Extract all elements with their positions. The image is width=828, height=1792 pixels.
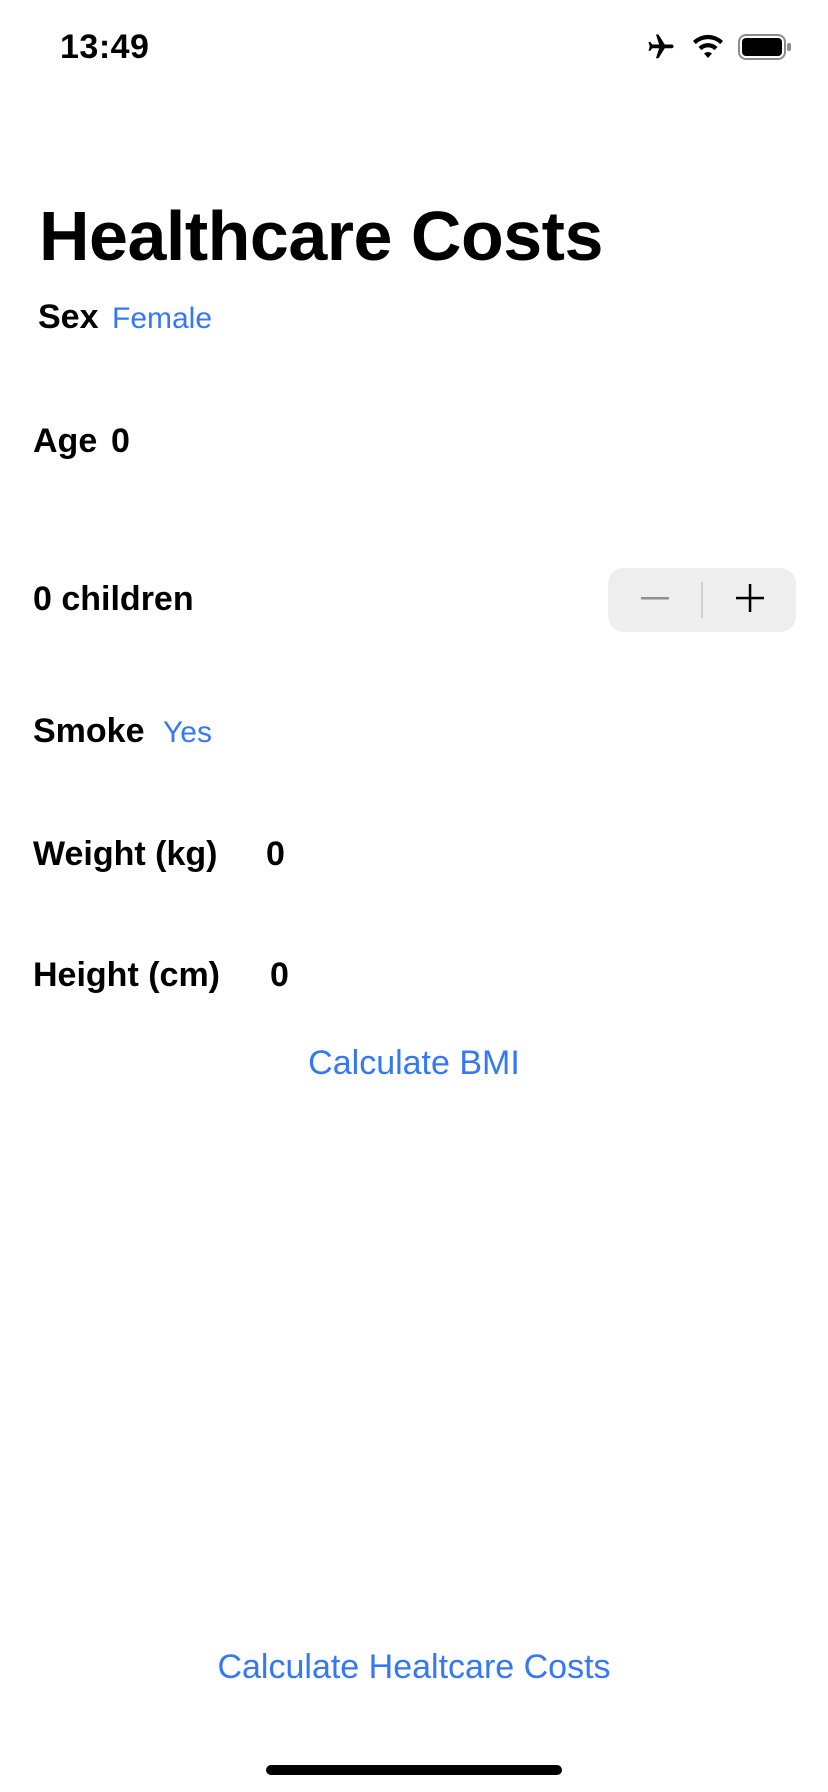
children-label: 0 children [33,580,194,618]
home-indicator [266,1765,562,1775]
height-label: Height (cm) [33,956,220,994]
battery-icon [738,34,792,65]
weight-label: Weight (kg) [33,835,218,873]
age-field[interactable]: 0 [111,422,130,461]
wifi-icon [692,34,724,65]
status-icons [644,32,792,67]
page-title: Healthcare Costs [39,197,603,275]
stepper-increment-button[interactable] [703,568,796,632]
stepper-decrement-button[interactable] [608,568,701,632]
minus-icon [640,583,670,618]
plus-icon [735,583,765,618]
smoke-label: Smoke [33,712,145,750]
sex-picker[interactable]: Female [112,302,212,336]
status-time: 13:49 [60,28,150,66]
airplane-icon [644,32,678,67]
weight-field[interactable]: 0 [266,835,285,874]
smoke-picker[interactable]: Yes [163,716,212,750]
children-stepper[interactable] [608,568,796,632]
age-label: Age [33,422,98,460]
sex-label: Sex [38,298,99,336]
height-field[interactable]: 0 [270,956,289,995]
calculate-bmi-button[interactable]: Calculate BMI [0,1044,828,1083]
calculate-costs-button[interactable]: Calculate Healtcare Costs [0,1648,828,1687]
